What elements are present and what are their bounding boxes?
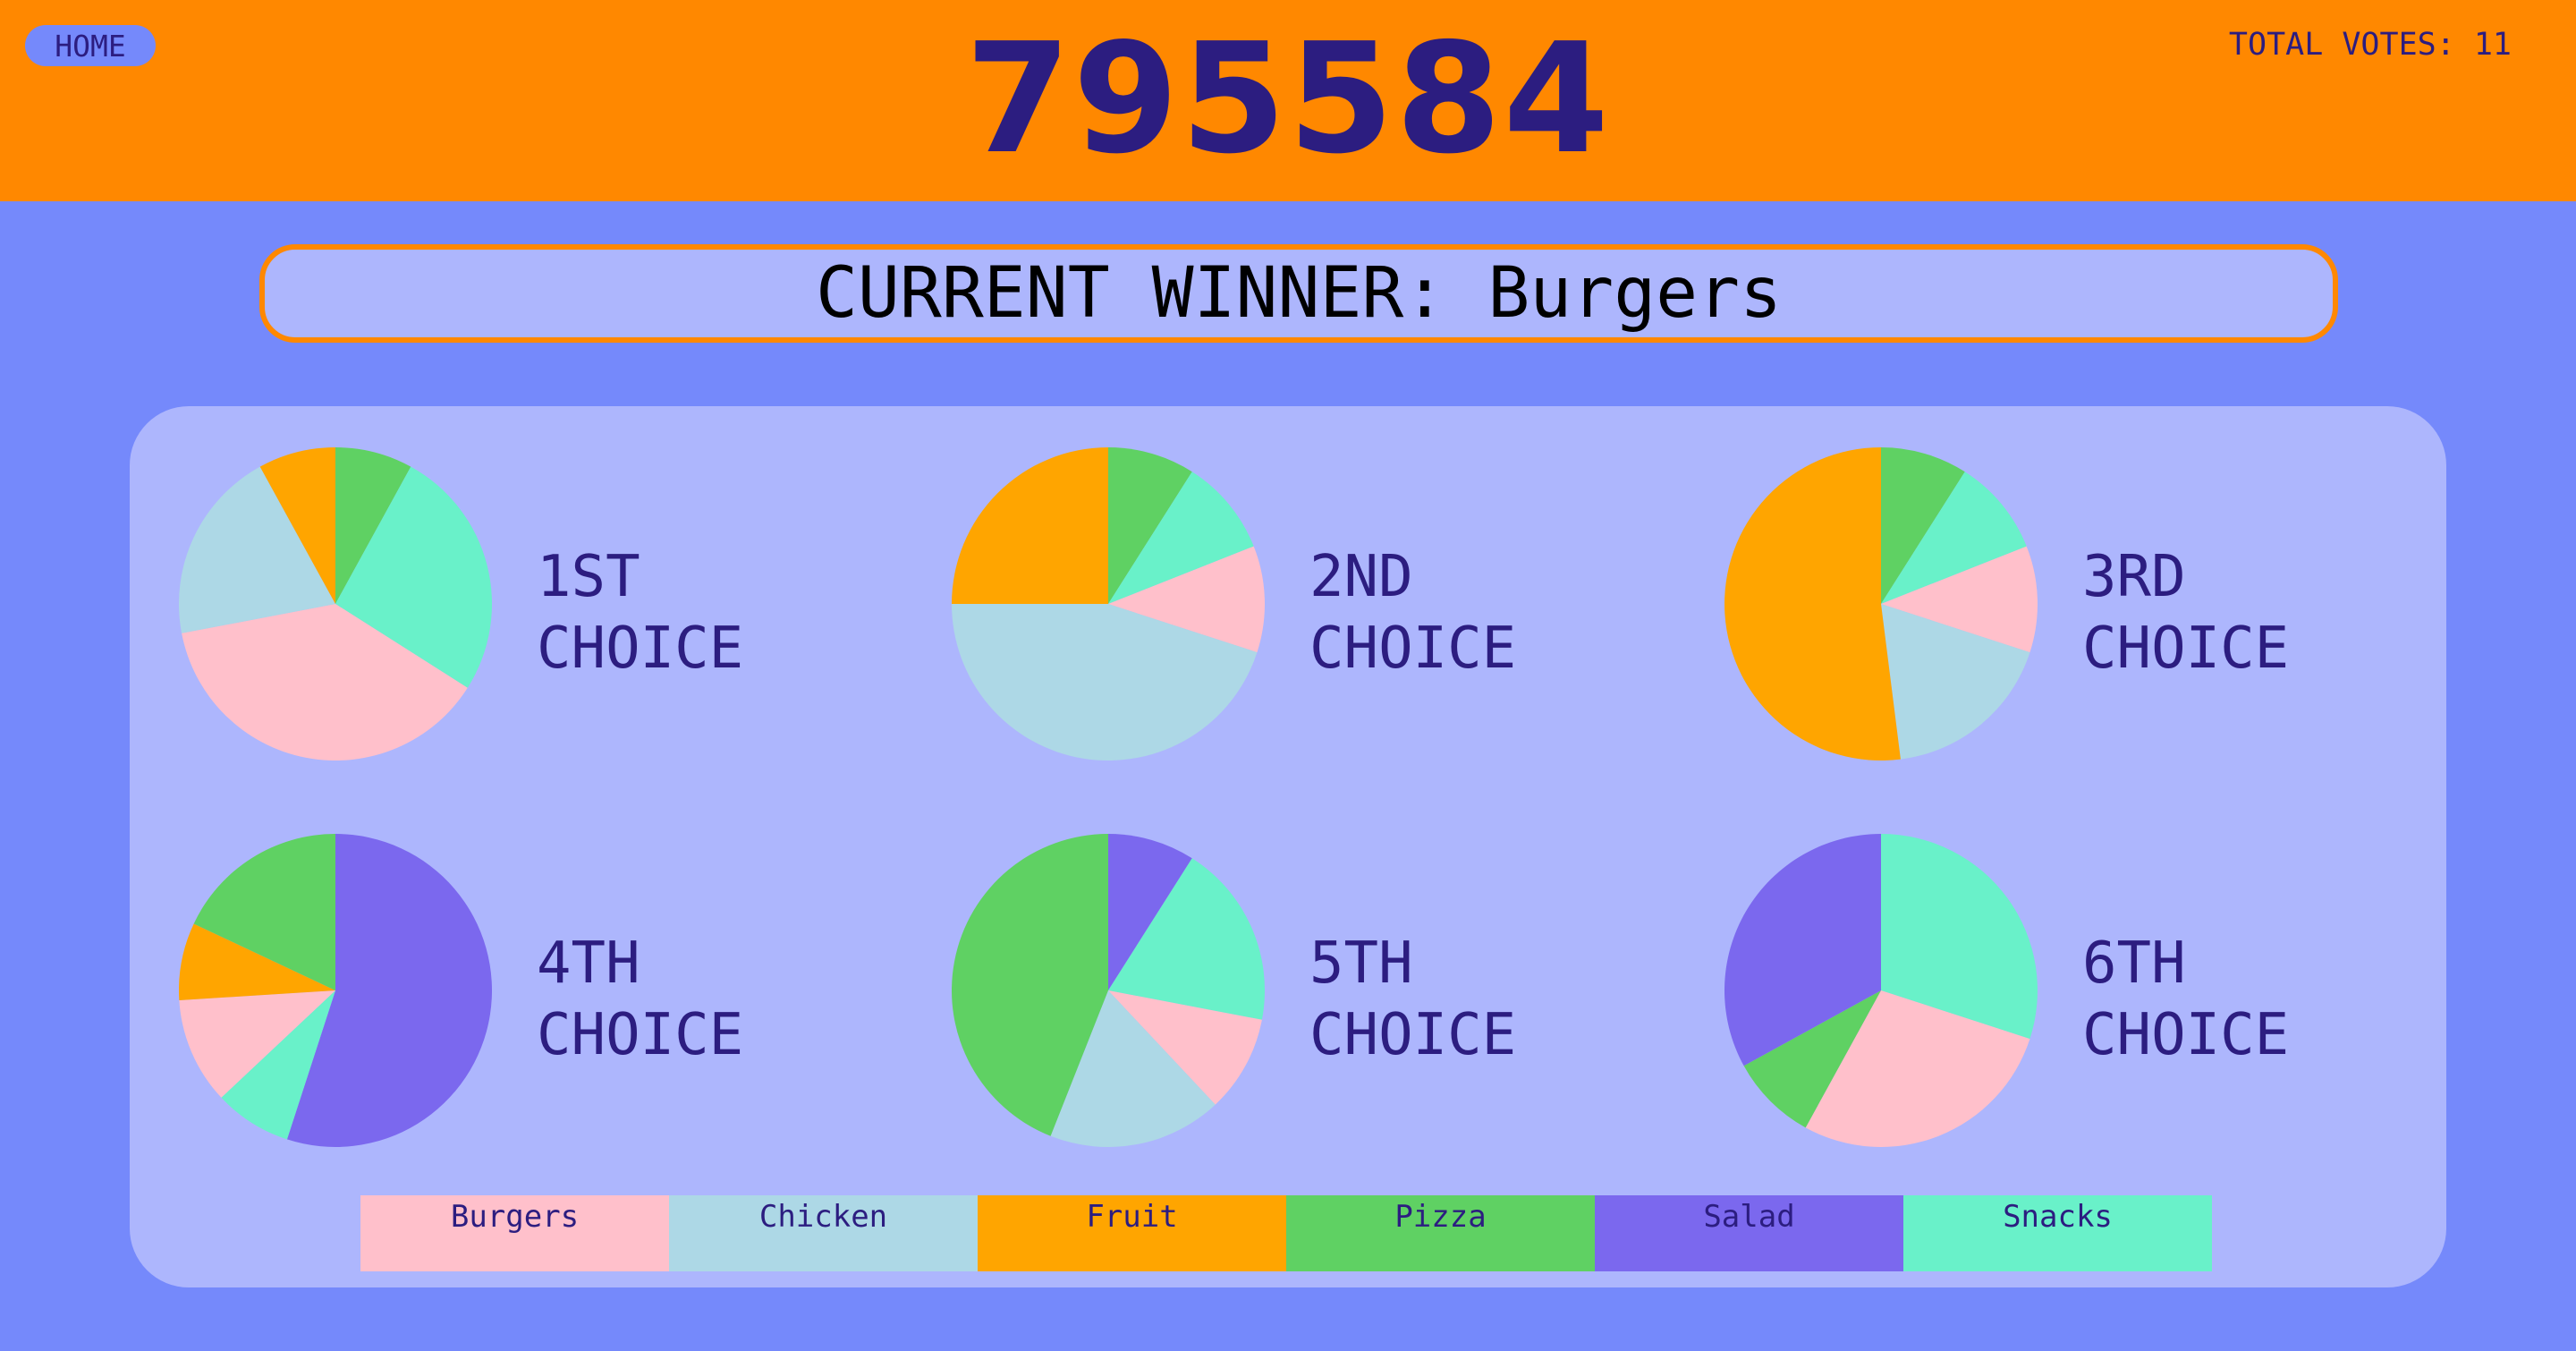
chart-label: 6TH CHOICE — [2082, 928, 2289, 1071]
chart-label-choice: CHOICE — [537, 1002, 744, 1068]
pie-chart — [1724, 834, 2038, 1147]
chart-label-choice: CHOICE — [1309, 616, 1517, 682]
current-winner-banner: CURRENT WINNER: Burgers — [259, 244, 2338, 343]
chart-label-rank: 2ND — [1309, 544, 1413, 610]
legend-item-fruit: Fruit — [978, 1195, 1286, 1271]
pie-chart — [1724, 447, 2038, 760]
chart-choice-1: 1ST CHOICE — [179, 447, 823, 769]
chart-choice-2: 2ND CHOICE — [952, 447, 1596, 769]
legend-item-burgers: Burgers — [360, 1195, 669, 1271]
chart-label: 4TH CHOICE — [537, 928, 743, 1071]
pie-slice-fruit — [952, 447, 1108, 604]
chart-choice-6: 6TH CHOICE — [1724, 834, 2368, 1156]
legend-item-snacks: Snacks — [1903, 1195, 2212, 1271]
chart-choice-3: 3RD CHOICE — [1724, 447, 2368, 769]
chart-label: 1ST CHOICE — [537, 541, 743, 684]
pie-chart — [179, 447, 492, 760]
chart-label: 3RD CHOICE — [2082, 541, 2289, 684]
chart-label: 5TH CHOICE — [1309, 928, 1516, 1071]
pie-chart — [952, 447, 1265, 760]
chart-label-choice: CHOICE — [1309, 1002, 1517, 1068]
pie-chart — [952, 834, 1265, 1147]
chart-label-choice: CHOICE — [2082, 616, 2290, 682]
chart-label-rank: 3RD — [2082, 544, 2186, 610]
total-votes: TOTAL VOTES: 11 — [2228, 27, 2512, 63]
legend-item-pizza: Pizza — [1286, 1195, 1595, 1271]
chart-label-choice: CHOICE — [2082, 1002, 2290, 1068]
chart-choice-5: 5TH CHOICE — [952, 834, 1596, 1156]
legend-item-chicken: Chicken — [669, 1195, 978, 1271]
chart-label-rank: 1ST — [537, 544, 640, 610]
chart-label: 2ND CHOICE — [1309, 541, 1516, 684]
chart-label-rank: 5TH — [1309, 930, 1413, 997]
chart-choice-4: 4TH CHOICE — [179, 834, 823, 1156]
chart-label-rank: 4TH — [537, 930, 640, 997]
legend: Burgers Chicken Fruit Pizza Salad Snacks — [360, 1195, 2212, 1271]
chart-label-rank: 6TH — [2082, 930, 2186, 997]
chart-label-choice: CHOICE — [537, 616, 744, 682]
legend-item-salad: Salad — [1595, 1195, 1903, 1271]
pie-slice-fruit — [1724, 447, 1901, 760]
pie-chart — [179, 834, 492, 1147]
game-code: 795584 — [965, 11, 1611, 188]
header-bar: HOME 795584 TOTAL VOTES: 11 — [0, 0, 2576, 201]
